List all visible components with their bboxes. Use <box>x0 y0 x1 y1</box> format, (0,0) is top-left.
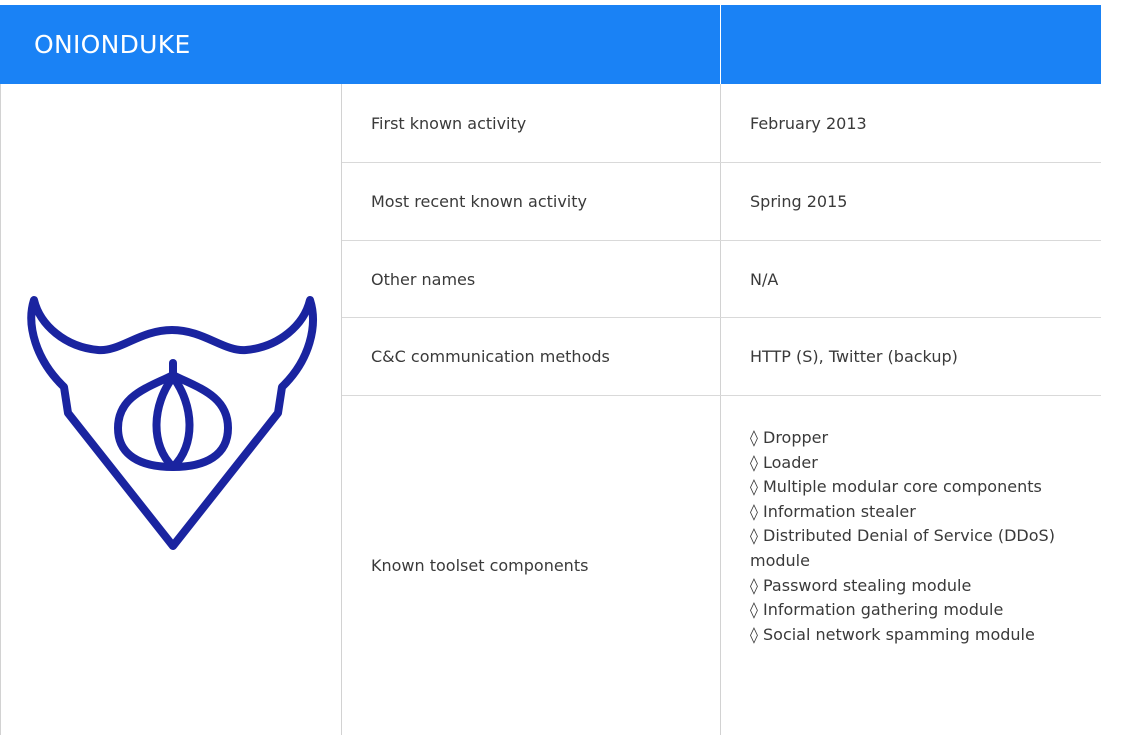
row-label: Most recent known activity <box>371 192 587 211</box>
row-label: First known activity <box>371 113 527 133</box>
row-label: Other names <box>371 269 476 289</box>
header-divider <box>720 5 721 84</box>
card-header: ONIONDUKE <box>0 5 1101 84</box>
horned-shield-onion-icon <box>20 295 325 565</box>
table-row: C&C communication methods HTTP (S), Twit… <box>342 318 1101 396</box>
row-value: HTTP (S), Twitter (backup) <box>750 347 958 366</box>
list-item: ◊ Multiple modular core components <box>750 477 1042 497</box>
malware-name-title: ONIONDUKE <box>34 30 191 59</box>
table-row: Other names N/A <box>342 241 1101 318</box>
list-item: ◊ Distributed Denial of Service (DDoS) m… <box>750 526 1055 570</box>
table-row-components: Known toolset components ◊ Dropper ◊ Loa… <box>342 396 1101 734</box>
row-value: Spring 2015 <box>750 192 848 211</box>
row-value: N/A <box>750 269 779 289</box>
list-item: ◊ Password stealing module <box>750 575 972 595</box>
attribute-table: First known activity February 2013 Most … <box>342 84 1101 734</box>
list-item: ◊ Social network spamming module <box>750 624 1035 644</box>
components-list: ◊ Dropper ◊ Loader ◊ Multiple modular co… <box>750 426 1100 647</box>
row-value: February 2013 <box>750 113 867 133</box>
left-border <box>0 84 1 735</box>
malware-profile-card: ONIONDUKE First known activity February … <box>0 5 1101 735</box>
list-item: ◊ Information gathering module <box>750 600 1004 620</box>
list-item: ◊ Dropper <box>750 428 829 447</box>
list-item: ◊ Loader <box>750 452 818 472</box>
row-label: Known toolset components <box>371 555 589 575</box>
table-row: First known activity February 2013 <box>342 84 1101 163</box>
table-row: Most recent known activity Spring 2015 <box>342 163 1101 241</box>
row-label: C&C communication methods <box>371 347 610 366</box>
list-item: ◊ Information stealer <box>750 501 916 521</box>
